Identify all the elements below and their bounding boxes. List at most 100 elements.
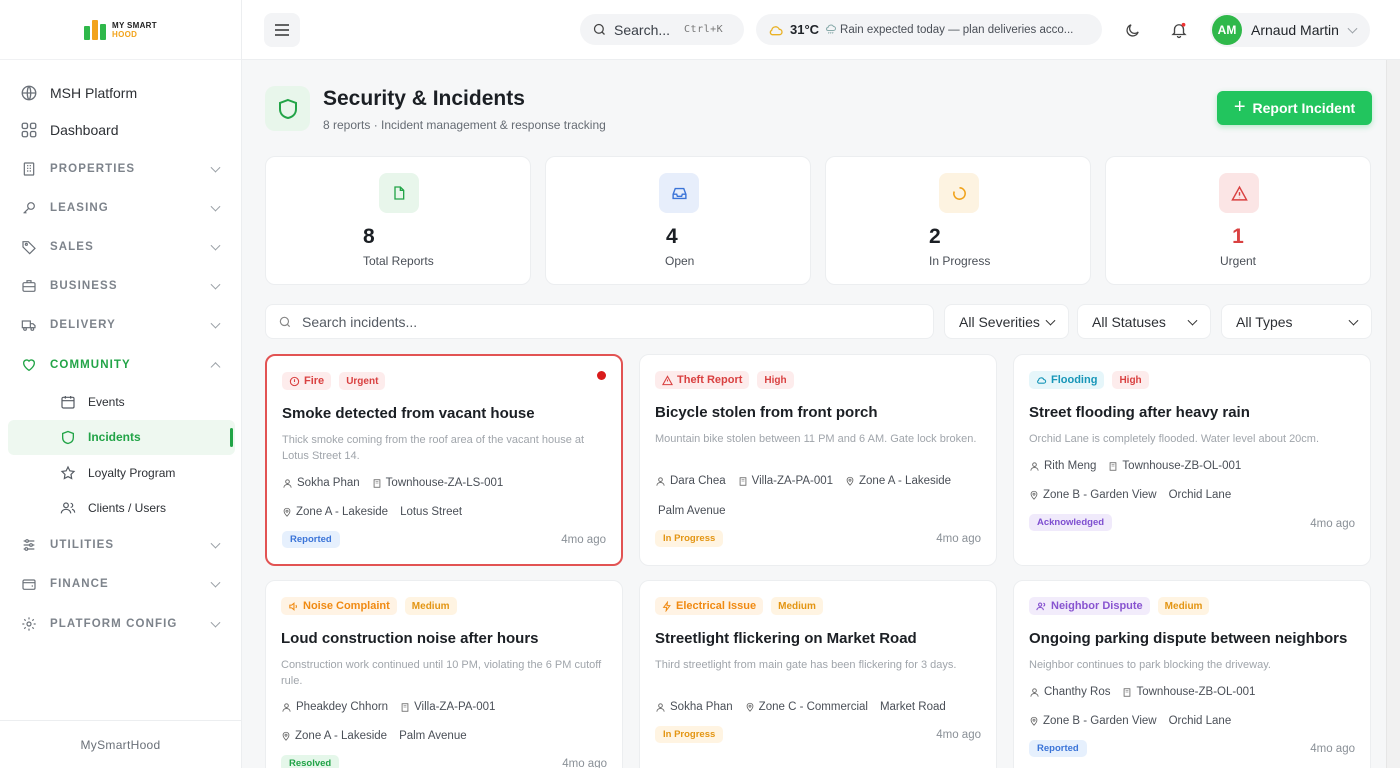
status-filter-select[interactable]: All Statuses: [1077, 304, 1211, 339]
zone: Zone A - Lakeside: [845, 475, 951, 487]
scrollbar[interactable]: [1386, 60, 1400, 768]
incident-card[interactable]: Neighbor Dispute Medium Ongoing parking …: [1013, 580, 1371, 768]
notifications-button[interactable]: [1163, 14, 1195, 46]
unit: Villa-ZA-PA-001: [738, 475, 833, 487]
logo-text: MY SMART HOOD: [112, 20, 157, 39]
stat-value: 1: [1232, 225, 1244, 248]
sidebar-section-label: LEASING: [50, 201, 109, 214]
zone: Zone A - Lakeside: [281, 730, 387, 742]
status-badge: Resolved: [281, 755, 340, 768]
sidebar-item-msh-platform[interactable]: MSH Platform: [0, 74, 241, 112]
incident-meta-row: Sokha Phan Townhouse-ZA-LS-001: [282, 477, 503, 489]
wallet-icon: [20, 575, 38, 593]
user-menu[interactable]: AM Arnaud Martin: [1210, 13, 1370, 47]
sidebar-item-dashboard[interactable]: Dashboard: [0, 112, 241, 150]
incident-card[interactable]: Fire Urgent Smoke detected from vacant h…: [265, 354, 623, 566]
report-incident-label: Report Incident: [1252, 100, 1356, 116]
unit: Townhouse-ZB-OL-001: [1108, 460, 1241, 472]
map-pin-icon: [282, 506, 292, 518]
main-content: Security & Incidents 8 reports · Inciden…: [242, 60, 1400, 768]
sidebar-item-label: Clients / Users: [88, 500, 167, 515]
star-icon: [60, 465, 76, 481]
sidebar-section-sales[interactable]: SALES: [0, 227, 241, 266]
unit: Villa-ZA-PA-001: [400, 701, 495, 713]
card-tags: Neighbor Dispute Medium: [1029, 597, 1210, 615]
sidebar-section-platform-config[interactable]: PLATFORM CONFIG: [0, 604, 241, 643]
reporter: Chanthy Ros: [1029, 686, 1110, 698]
reporter: Pheakdey Chhorn: [281, 701, 388, 713]
weather-message: Rain expected today — plan deliveries ac…: [840, 23, 1074, 36]
report-incident-button[interactable]: + Report Incident: [1217, 91, 1372, 125]
stat-icon-box: [939, 173, 979, 213]
sidebar-section-label: PLATFORM CONFIG: [50, 617, 178, 630]
topbar: Search... Ctrl+K 31°C Rain expected toda…: [242, 0, 1400, 60]
sidebar-item-events[interactable]: Events: [8, 384, 235, 419]
sidebar-item-label: Events: [88, 394, 125, 409]
speaker-icon: [288, 601, 299, 612]
building-icon: [372, 478, 382, 489]
incident-card[interactable]: Noise Complaint Medium Loud construction…: [265, 580, 623, 768]
sidebar-item-incidents[interactable]: Incidents: [8, 419, 235, 455]
menu-toggle-button[interactable]: [264, 13, 300, 47]
sidebar-item-loyalty-program[interactable]: Loyalty Program: [8, 455, 235, 490]
chevron-down-icon: [210, 162, 221, 173]
sidebar-section-finance[interactable]: FINANCE: [0, 565, 241, 604]
incident-description: Orchid Lane is completely flooded. Water…: [1029, 433, 1320, 445]
chevron-down-icon: [210, 538, 221, 549]
sidebar-section-business[interactable]: BUSINESS: [0, 267, 241, 306]
incident-meta-row: Chanthy Ros Townhouse-ZB-OL-001: [1029, 686, 1255, 698]
severity-filter-select[interactable]: All Severities: [944, 304, 1069, 339]
building-icon: [1122, 687, 1132, 698]
incident-type-badge: Fire: [282, 372, 332, 390]
building-icon: [1108, 461, 1118, 472]
map-pin-icon: [845, 475, 855, 487]
stat-label: In Progress: [929, 254, 991, 268]
sidebar-item-label: Incidents: [88, 430, 141, 445]
chevron-down-icon: [1347, 23, 1358, 34]
severity-badge: High: [1112, 371, 1149, 389]
urgent-dot: [597, 371, 606, 380]
brand-logo[interactable]: MY SMART HOOD: [0, 0, 241, 60]
chevron-down-icon: [1045, 315, 1056, 326]
sidebar-section-delivery[interactable]: DELIVERY: [0, 306, 241, 345]
type-filter-select[interactable]: All Types: [1221, 304, 1372, 339]
street: Orchid Lane: [1168, 715, 1232, 727]
stat-urgent: 1 Urgent: [1105, 156, 1371, 285]
logo-icon: [84, 19, 107, 40]
sidebar-section-utilities[interactable]: UTILITIES: [0, 526, 241, 565]
chevron-up-icon: [210, 361, 221, 372]
chevron-down-icon: [210, 279, 221, 290]
page-header-icon: [265, 86, 310, 131]
incident-location-row: Zone B - Garden View Orchid Lane: [1029, 715, 1231, 727]
chevron-down-icon: [210, 240, 221, 251]
weather-temperature: 31°C: [790, 22, 820, 37]
search-placeholder: Search incidents...: [302, 313, 418, 330]
incident-card[interactable]: Electrical Issue Medium Streetlight flic…: [639, 580, 997, 768]
avatar: AM: [1212, 15, 1242, 45]
severity-badge: High: [757, 371, 794, 389]
sidebar-section-properties[interactable]: PROPERTIES: [0, 149, 241, 188]
global-search-button[interactable]: Search... Ctrl+K: [580, 14, 744, 45]
stat-label: Total Reports: [363, 254, 434, 268]
reporter: Dara Chea: [655, 475, 726, 487]
warning-icon: [662, 374, 673, 386]
sidebar-section-label: DELIVERY: [50, 319, 116, 332]
sidebar-section-leasing[interactable]: LEASING: [0, 188, 241, 227]
incident-description: Third streetlight from main gate has bee…: [655, 659, 957, 671]
cloud-sun-icon: [768, 23, 784, 37]
severity-badge: Medium: [771, 597, 823, 615]
incident-title: Streetlight flickering on Market Road: [655, 630, 917, 647]
sidebar-section-community[interactable]: COMMUNITY: [0, 345, 241, 384]
sidebar-item-label: MSH Platform: [50, 84, 138, 101]
incident-card[interactable]: Theft Report High Bicycle stolen from fr…: [639, 354, 997, 566]
stat-icon-box: [379, 173, 419, 213]
theme-toggle-button[interactable]: [1116, 14, 1148, 46]
timestamp: 4mo ago: [1310, 518, 1355, 530]
incident-card[interactable]: Flooding High Street flooding after heav…: [1013, 354, 1371, 566]
weather-widget[interactable]: 31°C Rain expected today — plan deliveri…: [756, 14, 1102, 45]
cloud-icon: [1036, 375, 1047, 385]
timestamp: 4mo ago: [561, 534, 606, 546]
incident-search-input[interactable]: Search incidents...: [265, 304, 934, 339]
status-filter-value: All Statuses: [1092, 313, 1166, 330]
sidebar-item-clients-users[interactable]: Clients / Users: [8, 490, 235, 525]
